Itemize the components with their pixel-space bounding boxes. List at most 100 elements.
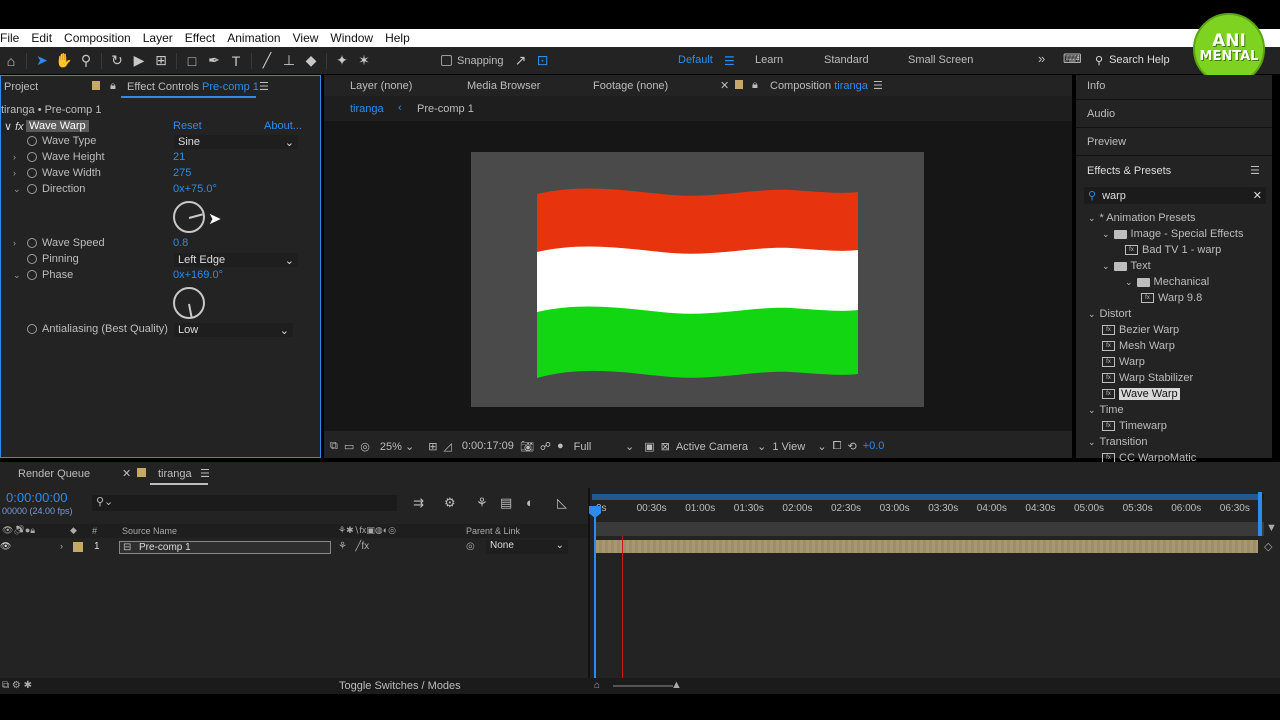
info-panel-header[interactable]: Info [1087, 80, 1105, 92]
snapshot-icon[interactable]: 📷︎ [520, 440, 534, 453]
playhead-handle-icon[interactable] [589, 506, 601, 518]
collapse-arrow-icon[interactable]: ⌄ [1102, 229, 1110, 240]
fx-icon[interactable]: ∨ fx [4, 120, 24, 133]
tree-item-distort[interactable]: ⌄ Distort [1088, 308, 1131, 320]
collapse-arrow-icon[interactable]: ⌄ [1088, 309, 1096, 320]
resolution-dropdown[interactable]: Full ⌄ [574, 440, 635, 453]
layer-row[interactable]: 👁︎ › 1 ⊟ Pre-comp 1 ⚘ ╱fx ◎ None ⌄ [0, 539, 588, 555]
layer-switches-icons[interactable]: ⚘ ╱fx [338, 541, 369, 552]
tab-project[interactable]: Project [4, 81, 38, 93]
zoom-dropdown[interactable]: 25% ⌄ [380, 440, 414, 453]
menu-view[interactable]: View [287, 31, 325, 45]
collapse-arrow-icon[interactable]: ⌄ [1088, 213, 1096, 224]
toggle-pixel-icon[interactable]: ⧠ [833, 440, 842, 453]
effect-header-row[interactable]: ∨ fx Wave Warp Reset About... [1, 119, 302, 134]
stopwatch-icon[interactable] [27, 152, 41, 162]
lock-icon[interactable]: 🔒︎ [752, 79, 758, 92]
draft-3d-icon[interactable]: ⚙ [444, 495, 456, 511]
menu-edit[interactable]: Edit [25, 31, 58, 45]
tab-footage[interactable]: Footage (none) [593, 80, 668, 92]
tab-timeline-tiranga[interactable]: tiranga [158, 468, 192, 480]
work-area-bar[interactable] [592, 494, 1264, 500]
layer-end-handle-icon[interactable]: ◇ [1264, 540, 1272, 553]
sync-settings-icon[interactable]: ⌨ [1063, 51, 1082, 67]
snapping-toggle[interactable]: Snapping [441, 55, 504, 67]
effects-presets-title[interactable]: Effects & Presets [1087, 165, 1171, 177]
region-icon[interactable]: ◿ [443, 440, 451, 453]
stopwatch-icon[interactable] [27, 270, 41, 280]
hand-tool-icon[interactable]: ✋ [53, 51, 75, 71]
menu-effect[interactable]: Effect [179, 31, 221, 45]
workspace-small-screen[interactable]: Small Screen [908, 54, 973, 66]
snapping-checkbox[interactable] [441, 55, 452, 66]
about-button[interactable]: About... [264, 120, 302, 132]
workspace-menu-icon[interactable]: ☰ [724, 54, 735, 68]
wave-type-dropdown[interactable]: Sine ⌄ [174, 135, 298, 149]
parent-dropdown[interactable]: None ⌄ [486, 540, 568, 554]
layer-duration-bar[interactable] [596, 540, 1258, 553]
tree-item-mechanical[interactable]: ⌄ Mechanical [1125, 276, 1209, 288]
reset-button[interactable]: Reset [173, 120, 202, 132]
tree-item-mesh-warp[interactable]: fx Mesh Warp [1102, 340, 1175, 352]
fast-preview-icon[interactable]: ▣ [644, 440, 654, 453]
graph-editor-icon[interactable]: ◺ [557, 495, 567, 511]
expand-arrow-icon[interactable]: › [13, 168, 23, 178]
panel-menu-icon[interactable]: ☰ [873, 79, 883, 92]
channel-rgb-icon[interactable]: ● [557, 440, 564, 452]
tree-item-animation-presets[interactable]: ⌄ * Animation Presets [1088, 212, 1196, 224]
menu-help[interactable]: Help [379, 31, 416, 45]
current-timecode[interactable]: 0:00:17:09 [462, 440, 514, 452]
effects-search-input[interactable]: ⚲ warp ✕ [1084, 187, 1266, 204]
stopwatch-icon[interactable] [27, 254, 41, 264]
motion-blur-icon[interactable]: ◐ [526, 495, 534, 510]
source-name-header[interactable]: Source Name [122, 526, 177, 536]
tab-media-browser[interactable]: Media Browser [467, 80, 540, 92]
workspace-learn[interactable]: Learn [755, 54, 783, 66]
tab-render-queue[interactable]: Render Queue [18, 468, 90, 480]
camera-dropdown[interactable]: Active Camera ⌄ [676, 440, 767, 453]
snap-edges-icon[interactable]: ↗ [510, 51, 532, 71]
tree-item-bezier-warp[interactable]: fx Bezier Warp [1102, 324, 1179, 336]
footer-toggle-icons[interactable]: ⧉ ⚙ ✱ [2, 680, 32, 691]
tree-item-timewarp[interactable]: fx Timewarp [1102, 420, 1167, 432]
reset-exposure-icon[interactable]: ⟲ [847, 440, 856, 453]
direction-value[interactable]: 0x+75.0° [173, 183, 217, 195]
rectangle-tool-icon[interactable]: □ [181, 51, 203, 71]
timeline-current-time[interactable]: 0:00:00:00 [6, 490, 67, 505]
tab-composition[interactable]: Composition tiranga [770, 80, 868, 92]
snap-features-icon[interactable]: ⊡ [532, 51, 554, 71]
close-tab-icon[interactable]: ✕ [720, 79, 729, 92]
menu-composition[interactable]: Composition [58, 31, 137, 45]
puppet-tool-icon[interactable]: ✶ [353, 51, 375, 71]
camera-tool-icon[interactable]: ▶ [128, 51, 150, 71]
timeline-zoom-slider[interactable] [613, 685, 673, 687]
tree-item-warp-stabilizer[interactable]: fx Warp Stabilizer [1102, 372, 1193, 384]
brush-tool-icon[interactable]: ╱ [256, 51, 278, 71]
layer-name-field[interactable]: ⊟ Pre-comp 1 [119, 541, 331, 554]
expand-arrow-icon[interactable]: › [13, 152, 23, 162]
menu-animation[interactable]: Animation [221, 31, 286, 45]
antialiasing-dropdown[interactable]: Low ⌄ [174, 323, 293, 337]
expand-arrow-icon[interactable]: › [60, 541, 63, 551]
wave-height-value[interactable]: 21 [173, 151, 185, 163]
tree-item-text[interactable]: ⌄ Text [1102, 260, 1151, 272]
panel-menu-icon[interactable]: ☰ [259, 80, 269, 93]
work-area-end-handle[interactable] [1258, 492, 1262, 536]
menu-window[interactable]: Window [324, 31, 379, 45]
stopwatch-icon[interactable] [27, 168, 41, 178]
direction-angle-dial[interactable] [173, 201, 205, 233]
tree-item-wave-warp[interactable]: fx Wave Warp [1102, 388, 1180, 400]
grid-toggle-icon[interactable]: ⊞ [428, 440, 437, 453]
type-tool-icon[interactable]: T [225, 51, 247, 71]
more-workspaces-icon[interactable]: » [1038, 51, 1045, 66]
tab-effect-controls[interactable]: Effect Controls Pre-comp 1 [127, 81, 259, 93]
collapse-arrow-icon[interactable]: ⌄ [13, 270, 23, 281]
workspace-default[interactable]: Default [678, 54, 713, 66]
rotate-tool-icon[interactable]: ↻ [106, 51, 128, 71]
work-area-strip[interactable] [594, 522, 1264, 536]
collapse-arrow-icon[interactable]: ⌄ [1088, 405, 1096, 416]
zoom-in-icon[interactable]: ▲ [671, 679, 682, 691]
views-dropdown[interactable]: 1 View ⌄ [772, 440, 826, 453]
timeline-search-input[interactable]: ⚲⌄ [92, 495, 397, 511]
exposure-value[interactable]: +0.0 [863, 440, 885, 452]
